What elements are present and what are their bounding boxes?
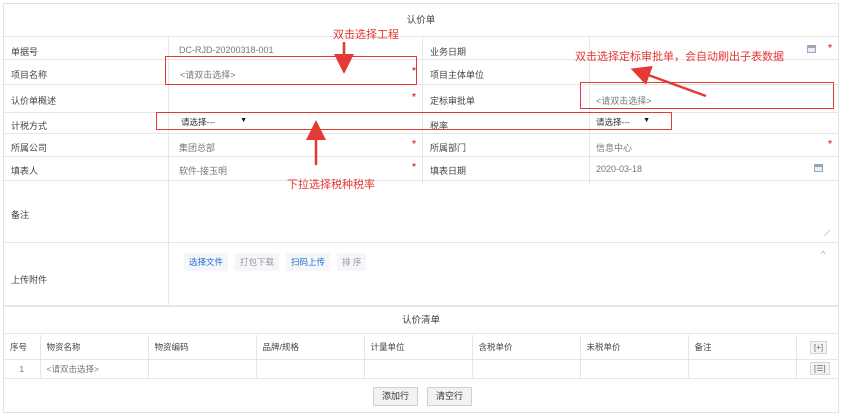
table-row: 1 <请双击选择> xyxy=(4,359,838,379)
doc-no-label: 单据号 xyxy=(11,47,39,57)
remark-textarea[interactable]: ⟋ xyxy=(176,184,832,241)
required-mark: * xyxy=(412,92,416,103)
col-header: 品牌/规格 xyxy=(256,335,365,360)
filler-label: 填表人 xyxy=(11,166,39,176)
company-label: 所属公司 xyxy=(11,143,48,153)
business-date-label: 业务日期 xyxy=(430,47,467,57)
select-file-button[interactable]: 选择文件 xyxy=(184,253,229,271)
table-header-row: 序号 物资名称 物资编码 品牌/规格 计量单位 含税单价 未税单价 备注 xyxy=(4,335,838,360)
col-header: 未税单价 xyxy=(580,335,689,360)
fill-date-value[interactable]: 2020-03-18 xyxy=(596,164,642,174)
col-header: 计量单位 xyxy=(364,335,473,360)
attachment-row: 上传附件 选择文件 打包下载 扫码上传 排 序 ^ xyxy=(4,243,838,306)
sort-button[interactable]: 排 序 xyxy=(337,253,367,271)
annotation-project: 双击选择工程 xyxy=(333,29,399,41)
unit-cell[interactable] xyxy=(364,359,473,379)
pack-download-button[interactable]: 打包下载 xyxy=(235,253,280,271)
clear-row-button[interactable]: 清空行 xyxy=(427,387,472,406)
divider xyxy=(168,157,169,181)
fill-date-label: 填表日期 xyxy=(430,166,467,176)
divider xyxy=(422,157,423,181)
divider xyxy=(589,157,590,181)
required-mark: * xyxy=(412,139,416,150)
attachment-label: 上传附件 xyxy=(11,275,48,285)
remark-label: 备注 xyxy=(11,210,30,220)
required-mark: * xyxy=(828,139,832,150)
collapse-chevron-icon[interactable]: ^ xyxy=(821,249,825,259)
required-mark: * xyxy=(828,43,832,54)
detail-table: 序号 物资名称 物资编码 品牌/规格 计量单位 含税单价 未税单价 备注 1 <… xyxy=(4,335,838,379)
form-row: 所属公司 集团总部 * 所属部门 信息中心 * xyxy=(4,134,838,157)
material-name-input[interactable]: <请双击选择> xyxy=(40,359,149,379)
row-menu-icon[interactable]: [☰] xyxy=(810,362,830,375)
material-code-cell[interactable] xyxy=(148,359,257,379)
divider xyxy=(168,181,169,243)
price-confirmation-form: 认价单 单据号 DC-RJD-20200318-001 业务日期 * 项目名称 … xyxy=(3,3,839,413)
col-header: 物资编码 xyxy=(148,335,257,360)
price-tax-cell[interactable] xyxy=(472,359,581,379)
resize-handle-icon[interactable]: ⟋ xyxy=(824,229,830,239)
remark-cell[interactable] xyxy=(688,359,797,379)
divider xyxy=(168,243,169,306)
calendar-icon[interactable] xyxy=(814,164,823,172)
annotation-box-project xyxy=(165,56,417,85)
annotation-tender: 双击选择定标审批单，会自动刷出子表数据 xyxy=(575,51,784,63)
summary-label: 认价单概述 xyxy=(11,96,57,106)
dept-value[interactable]: 信息中心 xyxy=(596,141,632,154)
spec-cell[interactable] xyxy=(256,359,365,379)
filler-value: 软件-接玉明 xyxy=(179,166,227,176)
company-value[interactable]: 集团总部 xyxy=(179,141,215,154)
project-owner-label: 项目主体单位 xyxy=(430,70,485,80)
detail-section-title: 认价清单 xyxy=(4,306,838,334)
scan-upload-button[interactable]: 扫码上传 xyxy=(286,253,331,271)
remark-row: 备注 ⟋ xyxy=(4,181,838,243)
price-notax-cell[interactable] xyxy=(580,359,689,379)
form-row: 填表人 软件-接玉明 * 填表日期 2020-03-18 xyxy=(4,157,838,181)
project-label: 项目名称 xyxy=(11,70,48,80)
annotation-tax: 下拉选择税种税率 xyxy=(287,179,375,191)
annotation-box-tender xyxy=(580,82,834,109)
doc-no-value: DC-RJD-20200318-001 xyxy=(179,45,274,55)
annotation-box-tax xyxy=(156,112,672,130)
dept-label: 所属部门 xyxy=(430,143,467,153)
tax-method-label: 计税方式 xyxy=(11,121,48,131)
form-title: 认价单 xyxy=(4,4,838,37)
col-header: 备注 xyxy=(688,335,797,360)
col-header: 物资名称 xyxy=(40,335,149,360)
tender-label: 定标审批单 xyxy=(430,96,476,106)
col-header: 序号 xyxy=(4,335,41,360)
row-number: 1 xyxy=(4,359,41,379)
col-header: 含税单价 xyxy=(472,335,581,360)
calendar-icon[interactable] xyxy=(807,45,816,53)
add-row-icon[interactable]: [+] xyxy=(810,341,828,354)
required-mark: * xyxy=(412,162,416,173)
add-row-button[interactable]: 添加行 xyxy=(373,387,418,406)
